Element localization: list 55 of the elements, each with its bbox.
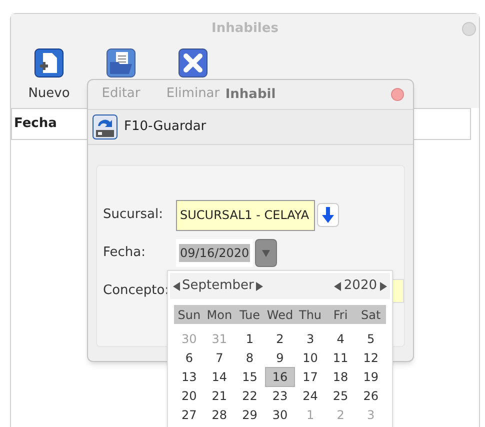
calendar-day[interactable]: 22 (234, 386, 265, 405)
calendar-day[interactable]: 24 (295, 386, 326, 405)
weekday-header: Sun Mon Tue Wed Thu Fri Sat (174, 305, 386, 324)
toolbar-button[interactable]: Nuevo (13, 44, 85, 106)
calendar-day[interactable]: 7 (204, 348, 235, 367)
calendar-day[interactable]: 29 (234, 405, 265, 424)
calendar-day[interactable]: 11 (325, 348, 356, 367)
year-label: 2020 (344, 277, 377, 296)
caret-icon (262, 250, 270, 256)
new-document-icon (34, 48, 64, 78)
delete-x-icon (178, 48, 208, 78)
next-year-icon[interactable] (380, 282, 387, 290)
window-title: Inhabiles (212, 20, 278, 38)
next-month-icon[interactable] (256, 282, 263, 290)
calendar-day[interactable]: 18 (325, 367, 356, 387)
dropdown-button[interactable] (255, 239, 278, 267)
calendar-day[interactable]: 23 (264, 386, 296, 405)
calendar-day[interactable]: 13 (174, 367, 204, 387)
calendar-day[interactable]: 9 (264, 348, 296, 367)
calendar-day[interactable]: 27 (174, 405, 204, 424)
calendar-day[interactable]: 15 (234, 367, 265, 387)
calendar-day[interactable]: 20 (174, 386, 204, 405)
save-button[interactable]: F10-Guardar (92, 114, 206, 140)
calendar-day[interactable]: 21 (204, 386, 235, 405)
folder-document-icon (106, 48, 136, 78)
save-drive-icon (92, 114, 118, 140)
field-label: Concepto: (103, 282, 170, 300)
branch-field[interactable]: SUCURSAL1 - CELAYA (176, 200, 315, 230)
previous-month-icon[interactable] (173, 282, 180, 290)
previous-year-icon[interactable] (334, 282, 341, 290)
calendar-day[interactable]: 26 (356, 386, 386, 405)
calendar-day[interactable]: 25 (325, 386, 356, 405)
lookup-button[interactable] (317, 203, 339, 227)
calendar-day[interactable]: 8 (234, 348, 265, 367)
calendar-day[interactable]: 12 (356, 348, 386, 367)
calendar-day[interactable]: 16 (264, 367, 296, 387)
dialog-title: Inhabil (225, 86, 276, 104)
column-header: Fecha (13, 115, 57, 134)
calendar-day[interactable]: 2 (264, 329, 296, 348)
calendar-day[interactable]: 4 (325, 329, 356, 348)
calendar-day[interactable]: 10 (295, 348, 326, 367)
calendar-day[interactable]: 17 (295, 367, 326, 387)
calendar-day[interactable]: 1 (234, 329, 265, 348)
calendar-day[interactable]: 19 (356, 367, 386, 387)
date-field[interactable]: 09/16/2020 (176, 239, 254, 267)
month-label: September (182, 277, 254, 296)
calendar-day[interactable]: 3 (295, 329, 326, 348)
down-arrow-icon (322, 207, 334, 223)
field-label: Fecha: (103, 244, 146, 262)
calendar-day[interactable]: 6 (174, 348, 204, 367)
calendar-day[interactable]: 28 (204, 405, 235, 424)
field-label: Sucursal: (103, 206, 164, 224)
calendar-day[interactable]: 5 (356, 329, 386, 348)
calendar-day[interactable]: 14 (204, 367, 235, 387)
calendar-day[interactable]: 30 (264, 405, 296, 424)
